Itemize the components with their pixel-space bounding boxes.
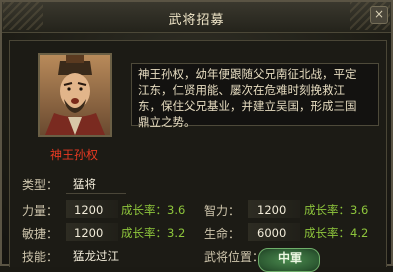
strength-value: 1200 — [74, 203, 104, 217]
type-label: 类型： — [22, 178, 59, 192]
intelligence-value: 1200 — [257, 203, 287, 217]
title-ornament-left — [3, 2, 43, 30]
intelligence-label: 智力： — [204, 204, 241, 218]
portrait-avatar-icon — [40, 55, 110, 135]
position-value: 中軍 — [277, 251, 302, 265]
general-bio: 神王孙权，幼年便跟随父兄南征北战，平定 江东，仁贤用能、屡次在危难时刻挽救江 东… — [131, 63, 379, 129]
window-title: 武将招募 — [168, 13, 225, 28]
strength-label: 力量： — [22, 204, 59, 218]
intelligence-growth: 成长率：3.6 — [304, 203, 369, 217]
close-button[interactable]: × — [370, 6, 388, 24]
bio-line: 江东，仁贤用能、屡次在危难时刻挽救江 — [138, 83, 345, 97]
position-label: 武将位置： — [204, 250, 265, 264]
bio-line: 东，保住父兄基业，并建立吴国，形成三国 — [138, 99, 357, 113]
type-value: 猛将 — [73, 177, 96, 191]
skill-label: 技能： — [22, 250, 59, 264]
agility-value: 1200 — [74, 226, 104, 240]
life-value: 6000 — [257, 226, 287, 240]
type-underline — [66, 193, 126, 194]
bio-line: 鼎立之势。 — [138, 115, 196, 129]
general-name: 神王孙权 — [49, 148, 98, 162]
skill-value[interactable]: 猛龙过江 — [73, 248, 119, 264]
title-bar: 武将招募 — [2, 2, 391, 33]
agility-growth: 成长率：3.2 — [121, 226, 186, 240]
life-growth: 成长率：4.2 — [304, 226, 369, 240]
life-label: 生命： — [204, 227, 241, 241]
bio-line: 神王孙权，幼年便跟随父兄南征北战，平定 — [138, 67, 357, 81]
agility-label: 敏捷： — [22, 227, 59, 241]
strength-growth: 成长率：3.6 — [121, 203, 186, 217]
general-portrait — [38, 53, 112, 137]
